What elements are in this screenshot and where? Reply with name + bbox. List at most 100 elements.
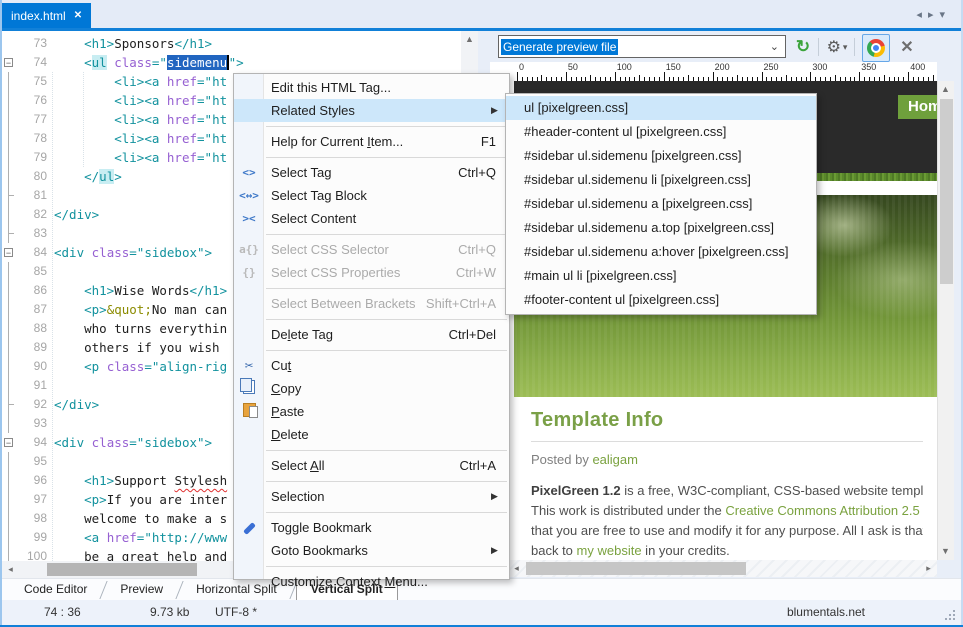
fold-collapse-icon[interactable] <box>2 53 15 72</box>
code-text: <li><a href="ht <box>54 110 227 129</box>
view-tab-code-editor[interactable]: Code Editor <box>10 579 101 600</box>
menu-item-label: Select CSS Properties <box>264 265 400 280</box>
copy-icon <box>243 380 255 394</box>
ruler-label: 50 <box>568 62 578 72</box>
preview-vertical-scrollbar[interactable]: ▲ ▼ <box>937 81 954 560</box>
fold-collapse-icon[interactable] <box>2 243 15 262</box>
menu-item-select-all[interactable]: Select AllCtrl+A <box>234 454 509 477</box>
site-paragraph: PixelGreen 1.2 is a free, W3C-compliant,… <box>531 481 923 560</box>
menu-item-label: Related Styles <box>264 103 355 118</box>
submenu-item-sidebar-ul-sidemenu-a-hover-pixelgreen-css[interactable]: #sidebar ul.sidemenu a:hover [pixelgreen… <box>506 240 816 264</box>
scroll-left-icon[interactable]: ◂ <box>508 560 525 577</box>
tab-index-html[interactable]: index.html ✕ <box>2 3 91 28</box>
menu-item-delete[interactable]: Delete <box>234 423 509 446</box>
fold-marker <box>2 205 15 224</box>
scroll-up-icon[interactable]: ▲ <box>937 81 954 98</box>
code-text: be a great help and <box>54 547 227 561</box>
submenu-item-sidebar-ul-sidemenu-a-top-pixelgreen-css[interactable]: #sidebar ul.sidemenu a.top [pixelgreen.c… <box>506 216 816 240</box>
menu-separator <box>266 234 507 235</box>
site-text: back to <box>531 543 577 558</box>
menu-item-label: Selection <box>264 489 324 504</box>
fold-collapse-icon[interactable] <box>2 433 15 452</box>
site-text: is a free, W3C-compliant, CSS-based webs… <box>621 483 923 498</box>
menu-separator <box>266 157 507 158</box>
scroll-down-icon[interactable]: ▼ <box>937 543 954 560</box>
submenu-item-header-content-ul-pixelgreen-css[interactable]: #header-content ul [pixelgreen.css] <box>506 120 816 144</box>
tab-label: index.html <box>11 9 66 23</box>
menu-item-edit-this-html-tag[interactable]: Edit this HTML Tag... <box>234 76 509 99</box>
menu-item-select-between-brackets[interactable]: Select Between BracketsShift+Ctrl+A <box>234 292 509 315</box>
menu-item-selection[interactable]: Selection▶ <box>234 485 509 508</box>
line-number: 89 <box>15 338 54 357</box>
refresh-preview-button[interactable]: ↻ <box>791 36 815 58</box>
submenu-item-footer-content-ul-pixelgreen-css[interactable]: #footer-content ul [pixelgreen.css] <box>506 288 816 312</box>
submenu-item-sidebar-ul-sidemenu-li-pixelgreen-css[interactable]: #sidebar ul.sidemenu li [pixelgreen.css] <box>506 168 816 192</box>
menu-item-select-tag[interactable]: <>Select TagCtrl+Q <box>234 161 509 184</box>
ruler-tick <box>566 72 567 81</box>
fold-marker <box>2 319 15 338</box>
site-link[interactable]: my website <box>577 543 642 558</box>
menu-item-cut[interactable]: ✂Cut <box>234 354 509 377</box>
menu-shortcut: Ctrl+Q <box>458 165 509 180</box>
fold-marker <box>2 376 15 395</box>
menu-item-paste[interactable]: Paste <box>234 400 509 423</box>
code-text: <a href="http://www <box>54 528 227 547</box>
menu-item-copy[interactable]: Copy <box>234 377 509 400</box>
code-text: <div class="sidebox"> <box>54 243 212 262</box>
scroll-right-icon[interactable]: ▸ <box>920 560 937 577</box>
ruler-label: 300 <box>812 62 827 72</box>
close-preview-button[interactable]: ✕ <box>895 36 919 58</box>
site-link[interactable]: Creative Commons Attribution 2.5 License… <box>725 503 923 518</box>
preview-settings-button[interactable]: ⚙▾ <box>822 36 852 58</box>
site-link[interactable]: ealigam <box>592 452 638 467</box>
chrome-browser-button[interactable] <box>862 34 890 62</box>
menu-item-goto-bookmarks[interactable]: Goto Bookmarks▶ <box>234 539 509 562</box>
menu-item-delete-tag[interactable]: Delete TagCtrl+Del <box>234 323 509 346</box>
chrome-icon <box>867 39 885 57</box>
copy-icon <box>234 380 264 397</box>
submenu-item-ul-pixelgreen-css[interactable]: ul [pixelgreen.css] <box>506 96 816 120</box>
code-text: who turns everythin <box>54 319 227 338</box>
line-number: 93 <box>15 414 54 433</box>
brand-link[interactable]: blumentals.net <box>787 605 865 619</box>
site-home-link[interactable]: Home <box>898 95 937 119</box>
menu-item-select-css-properties[interactable]: {}Select CSS PropertiesCtrl+W <box>234 261 509 284</box>
menu-item-toggle-bookmark[interactable]: Toggle Bookmark <box>234 516 509 539</box>
scrollbar-thumb[interactable] <box>47 563 197 576</box>
tab-close-icon[interactable]: ✕ <box>74 10 82 21</box>
menu-item-help-for-current-item[interactable]: Help for Current Item...F1 <box>234 130 509 153</box>
chevron-down-icon[interactable]: ⌄ <box>770 40 779 53</box>
ruler-label: 0 <box>519 62 524 72</box>
scroll-up-icon[interactable]: ▲ <box>461 31 478 48</box>
line-number: 99 <box>15 528 54 547</box>
scroll-left-icon[interactable]: ◂ <box>2 561 19 578</box>
fold-marker <box>2 414 15 433</box>
menu-item-select-content[interactable]: ><Select Content <box>234 207 509 230</box>
menu-item-select-tag-block[interactable]: <↔>Select Tag Block <box>234 184 509 207</box>
fold-marker <box>2 129 15 148</box>
preview-file-combobox[interactable]: Generate preview file ⌄ <box>498 35 786 58</box>
submenu-item-main-ul-li-pixelgreen-css[interactable]: #main ul li [pixelgreen.css] <box>506 264 816 288</box>
submenu-item-sidebar-ul-sidemenu-a-pixelgreen-css[interactable]: #sidebar ul.sidemenu a [pixelgreen.css] <box>506 192 816 216</box>
submenu-item-sidebar-ul-sidemenu-pixelgreen-css[interactable]: #sidebar ul.sidemenu [pixelgreen.css] <box>506 144 816 168</box>
code-text: <p>If you are inter <box>54 490 227 509</box>
menu-item-related-styles[interactable]: Related Styles▶ <box>234 99 509 122</box>
menu-item-customize-context-menu[interactable]: Customize Context Menu... <box>234 570 509 593</box>
code-text: <p class="align-rig <box>54 357 227 376</box>
line-number: 74 <box>15 53 54 72</box>
menu-item-label: Delete Tag <box>264 327 333 342</box>
site-paragraph-line: back to my website in your credits. <box>531 541 923 560</box>
line-number: 92 <box>15 395 54 414</box>
preview-horizontal-scrollbar[interactable]: ◂ ▸ <box>508 560 937 577</box>
code-text: <li><a href="ht <box>54 91 227 110</box>
view-tab-preview[interactable]: Preview <box>106 579 177 600</box>
site-text: Posted by <box>531 452 592 467</box>
menu-item-select-css-selector[interactable]: a{}Select CSS SelectorCtrl+Q <box>234 238 509 261</box>
scrollbar-thumb[interactable] <box>526 562 746 575</box>
fold-marker <box>2 72 15 91</box>
context-menu: Edit this HTML Tag...Related Styles▶ Help… <box>233 73 510 580</box>
tab-nav-arrows[interactable]: ◂▸▾ <box>916 8 951 21</box>
resize-grip[interactable] <box>945 610 955 620</box>
scrollbar-thumb[interactable] <box>940 99 953 284</box>
fold-marker <box>2 167 15 186</box>
